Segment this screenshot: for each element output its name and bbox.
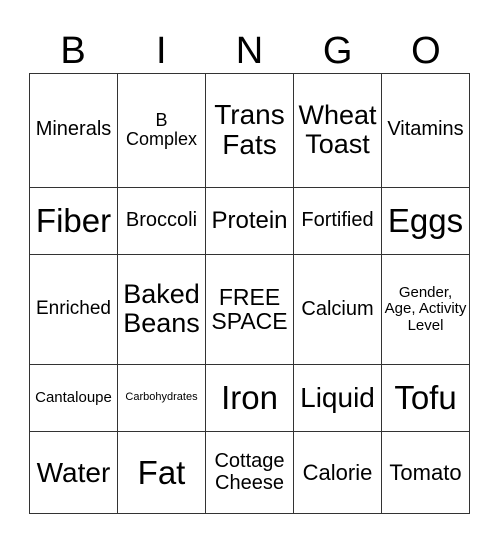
- bingo-cell[interactable]: Baked Beans: [117, 254, 206, 365]
- bingo-cell[interactable]: Eggs: [381, 186, 470, 256]
- bingo-cell[interactable]: Gender, Age, Activity Level: [381, 254, 470, 365]
- bingo-grid: Minerals B Complex Trans Fats Wheat Toast Vi…: [29, 73, 470, 514]
- bingo-header: B I N G O: [29, 28, 470, 74]
- bingo-cell[interactable]: Calorie: [293, 431, 382, 514]
- bingo-cell[interactable]: Fat: [117, 431, 206, 514]
- bingo-cell[interactable]: Iron: [205, 363, 294, 433]
- bingo-cell[interactable]: Calcium: [293, 254, 382, 365]
- header-letter-g: G: [322, 30, 353, 72]
- grid-row: Enriched Baked Beans FREE SPACE Calcium Gend…: [29, 254, 470, 365]
- bingo-cell[interactable]: Tomato: [381, 431, 470, 514]
- header-letter-i: I: [156, 30, 167, 72]
- header-letter-b: B: [60, 30, 86, 72]
- bingo-cell[interactable]: Cantaloupe: [29, 363, 118, 433]
- bingo-cell[interactable]: Enriched: [29, 254, 118, 365]
- bingo-cell[interactable]: Trans Fats: [205, 73, 294, 188]
- bingo-cell[interactable]: Wheat Toast: [293, 73, 382, 188]
- grid-row: Minerals B Complex Trans Fats Wheat Toast Vi…: [29, 73, 470, 188]
- bingo-cell[interactable]: Water: [29, 431, 118, 514]
- bingo-cell[interactable]: Vitamins: [381, 73, 470, 188]
- bingo-cell[interactable]: Tofu: [381, 363, 470, 433]
- header-letter-o: O: [411, 30, 441, 72]
- bingo-cell[interactable]: Cottage Cheese: [205, 431, 294, 514]
- bingo-cell[interactable]: Protein: [205, 186, 294, 256]
- bingo-cell[interactable]: Liquid: [293, 363, 382, 433]
- bingo-cell[interactable]: Fortified: [293, 186, 382, 256]
- bingo-cell[interactable]: Broccoli: [117, 186, 206, 256]
- bingo-cell[interactable]: Carbohydrates: [117, 363, 206, 433]
- grid-row: Water Fat Cottage Cheese Calorie Tomato: [29, 431, 470, 514]
- bingo-cell[interactable]: FREE SPACE: [205, 254, 294, 365]
- header-letter-n: N: [235, 30, 264, 72]
- bingo-cell[interactable]: Minerals: [29, 73, 118, 188]
- grid-row: Cantaloupe Carbohydrates Iron Liquid Tofu: [29, 363, 470, 433]
- bingo-cell[interactable]: Fiber: [29, 186, 118, 256]
- bingo-cell[interactable]: B Complex: [117, 73, 206, 188]
- grid-row: Fiber Broccoli Protein Fortified Eggs: [29, 186, 470, 256]
